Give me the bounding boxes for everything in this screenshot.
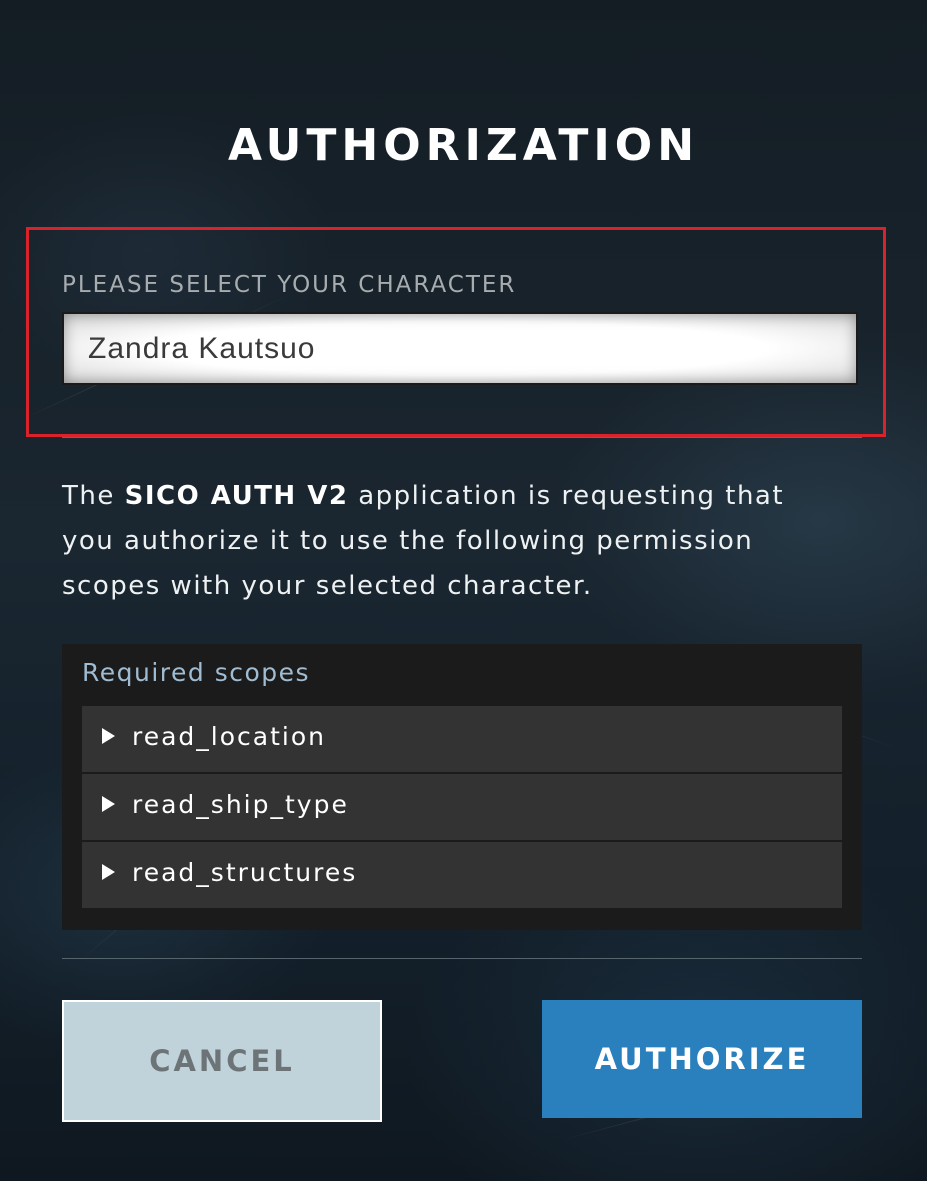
character-select-label: PLEASE SELECT YOUR CHARACTER — [62, 272, 517, 298]
authorization-description: The SICO AUTH V2 application is requesti… — [62, 474, 822, 609]
authorize-button[interactable]: AUTHORIZE — [542, 1000, 862, 1118]
required-scopes-title: Required scopes — [82, 658, 311, 687]
select-underline — [62, 437, 862, 438]
character-select-input[interactable]: Zandra Kautsuo — [62, 312, 858, 385]
description-prefix: The — [62, 481, 125, 511]
expand-arrow-icon — [102, 728, 115, 744]
expand-arrow-icon — [102, 796, 115, 812]
scope-item-read-structures[interactable]: read_structures — [82, 842, 842, 908]
application-name: SICO AUTH V2 — [124, 481, 349, 511]
page-title: AUTHORIZATION — [227, 120, 700, 171]
scope-item-read-location[interactable]: read_location — [82, 706, 842, 772]
required-scopes-panel: Required scopes read_location read_ship_… — [62, 644, 862, 930]
expand-arrow-icon — [102, 864, 115, 880]
scope-label: read_location — [132, 722, 326, 751]
authorization-panel: AUTHORIZATION PLEASE SELECT YOUR CHARACT… — [0, 0, 927, 1181]
scope-label: read_ship_type — [132, 790, 349, 819]
scope-item-read-ship-type[interactable]: read_ship_type — [82, 774, 842, 840]
cancel-button[interactable]: CANCEL — [62, 1000, 382, 1122]
scope-label: read_structures — [132, 858, 358, 887]
actions-divider — [62, 958, 862, 959]
